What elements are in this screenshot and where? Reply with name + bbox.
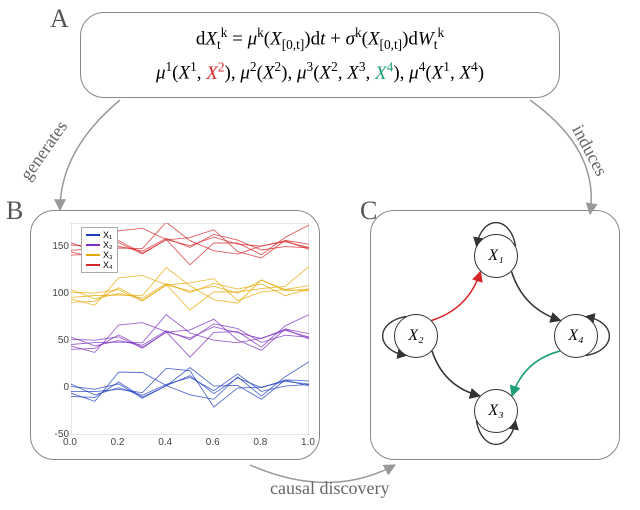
y-tick: 0 xyxy=(45,382,69,393)
graph-node-x4: X₄ xyxy=(554,314,598,358)
equation-line-1: dXtk = μk(X[0,t])dt + σk(X[0,t])dWtk xyxy=(196,25,444,53)
x-tick: 0.2 xyxy=(111,437,125,448)
y-tick: 50 xyxy=(45,335,69,346)
panel-label-b: B xyxy=(6,196,23,226)
legend-item: X₁ xyxy=(86,230,113,240)
graph-node-x1: X₁ xyxy=(474,234,518,278)
equation-panel: dXtk = μk(X[0,t])dt + σk(X[0,t])dWtk μ1(… xyxy=(80,12,560,98)
arrow-label-induces: induces xyxy=(567,121,611,179)
equation-line-2: μ1(X1, X2), μ2(X2), μ3(X2, X3, X4), μ4(X… xyxy=(156,59,484,84)
chart-legend: X₁X₂X₃X₄ xyxy=(81,227,118,273)
x-tick: 1.0 xyxy=(301,437,315,448)
legend-item: X₂ xyxy=(86,240,113,250)
chart-panel: X₁X₂X₃X₄ -50050100150 0.00.20.40.60.81.0 xyxy=(30,210,320,460)
x-tick: 0.8 xyxy=(253,437,267,448)
legend-item: X₄ xyxy=(86,260,113,270)
graph-node-x2: X₂ xyxy=(394,314,438,358)
x-tick: 0.6 xyxy=(206,437,220,448)
graph-panel: X₁ X₂ X₃ X₄ xyxy=(370,210,620,460)
x-tick: 0.4 xyxy=(158,437,172,448)
x-tick: 0.0 xyxy=(63,437,77,448)
arrow-label-generates: generates xyxy=(16,117,72,185)
panel-label-a: A xyxy=(50,4,69,34)
legend-item: X₃ xyxy=(86,250,113,260)
chart-plot-area: X₁X₂X₃X₄ xyxy=(71,223,309,435)
arrow-label-causal: causal discovery xyxy=(270,478,389,499)
y-tick: 100 xyxy=(45,288,69,299)
y-tick: 150 xyxy=(45,241,69,252)
graph-node-x3: X₃ xyxy=(474,389,518,433)
